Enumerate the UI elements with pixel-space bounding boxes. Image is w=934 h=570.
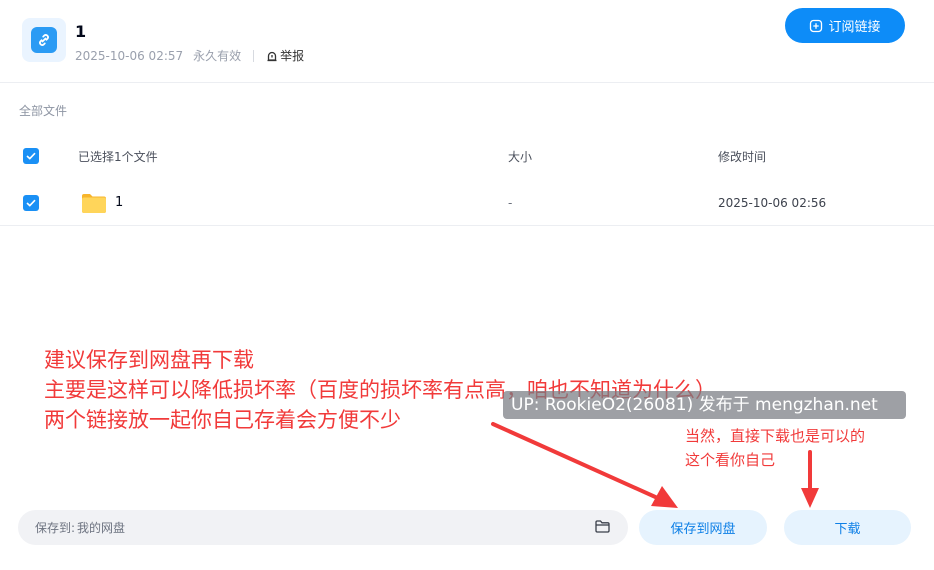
annotation-line: 当然，直接下载也是可以的 — [685, 427, 866, 445]
file-table-header: 已选择1个文件 大小 修改时间 — [0, 133, 934, 179]
save-path-field[interactable]: 保存到: 我的网盘 — [18, 510, 628, 545]
breadcrumb[interactable]: 全部文件 — [19, 102, 67, 119]
share-header: 1 2025-10-06 02:57 永久有效 举报 订阅链接 — [0, 0, 934, 83]
row-checkbox[interactable] — [23, 194, 39, 211]
save-to-value: 我的网盘 — [77, 521, 126, 535]
annotation-line: 建议保存到网盘再下载 — [44, 348, 254, 372]
table-row[interactable]: 1 - 2025-10-06 02:56 — [0, 180, 934, 226]
share-validity: 永久有效 — [193, 49, 242, 63]
save-to-label: 保存到: — [35, 521, 76, 535]
annotation-side: 当然，直接下载也是可以的 这个看你自己 — [685, 424, 865, 472]
download-button[interactable]: 下载 — [784, 510, 911, 545]
divider — [253, 49, 255, 62]
folder-icon — [82, 194, 106, 213]
subscribe-link-button[interactable]: 订阅链接 — [785, 8, 905, 43]
checkbox-icon — [26, 199, 36, 207]
report-link[interactable]: 举报 — [266, 47, 304, 64]
link-icon — [22, 18, 66, 62]
watermark: UP: RookieO2(26081) 发布于 mengzhan.net — [503, 391, 906, 419]
annotation-arrows — [491, 422, 819, 508]
select-all-checkbox[interactable] — [23, 148, 39, 164]
report-label: 举报 — [280, 49, 305, 63]
file-size: - — [508, 195, 513, 210]
column-header-modified[interactable]: 修改时间 — [718, 148, 766, 165]
save-to-drive-button[interactable]: 保存到网盘 — [639, 510, 767, 545]
subscribe-plus-icon — [810, 19, 823, 32]
subscribe-label: 订阅链接 — [828, 20, 881, 35]
annotation-line: 这个看你自己 — [685, 451, 776, 469]
column-header-size[interactable]: 大小 — [508, 148, 532, 165]
share-meta: 2025-10-06 02:57 永久有效 举报 — [75, 47, 304, 64]
column-header-name: 已选择1个文件 — [78, 149, 158, 164]
annotation-main: 建议保存到网盘再下载 主要是这样可以降低损坏率（百度的损坏率有点高，咱也不知道为… — [44, 345, 716, 435]
file-name[interactable]: 1 — [115, 195, 123, 210]
report-icon — [267, 51, 277, 61]
share-created-time: 2025-10-06 02:57 — [75, 48, 184, 63]
folder-picker-icon[interactable] — [595, 520, 610, 533]
checkbox-icon — [26, 152, 36, 160]
share-title: 1 — [75, 22, 87, 41]
file-modified-time: 2025-10-06 02:56 — [718, 195, 827, 210]
arrow-to-save — [491, 422, 678, 508]
